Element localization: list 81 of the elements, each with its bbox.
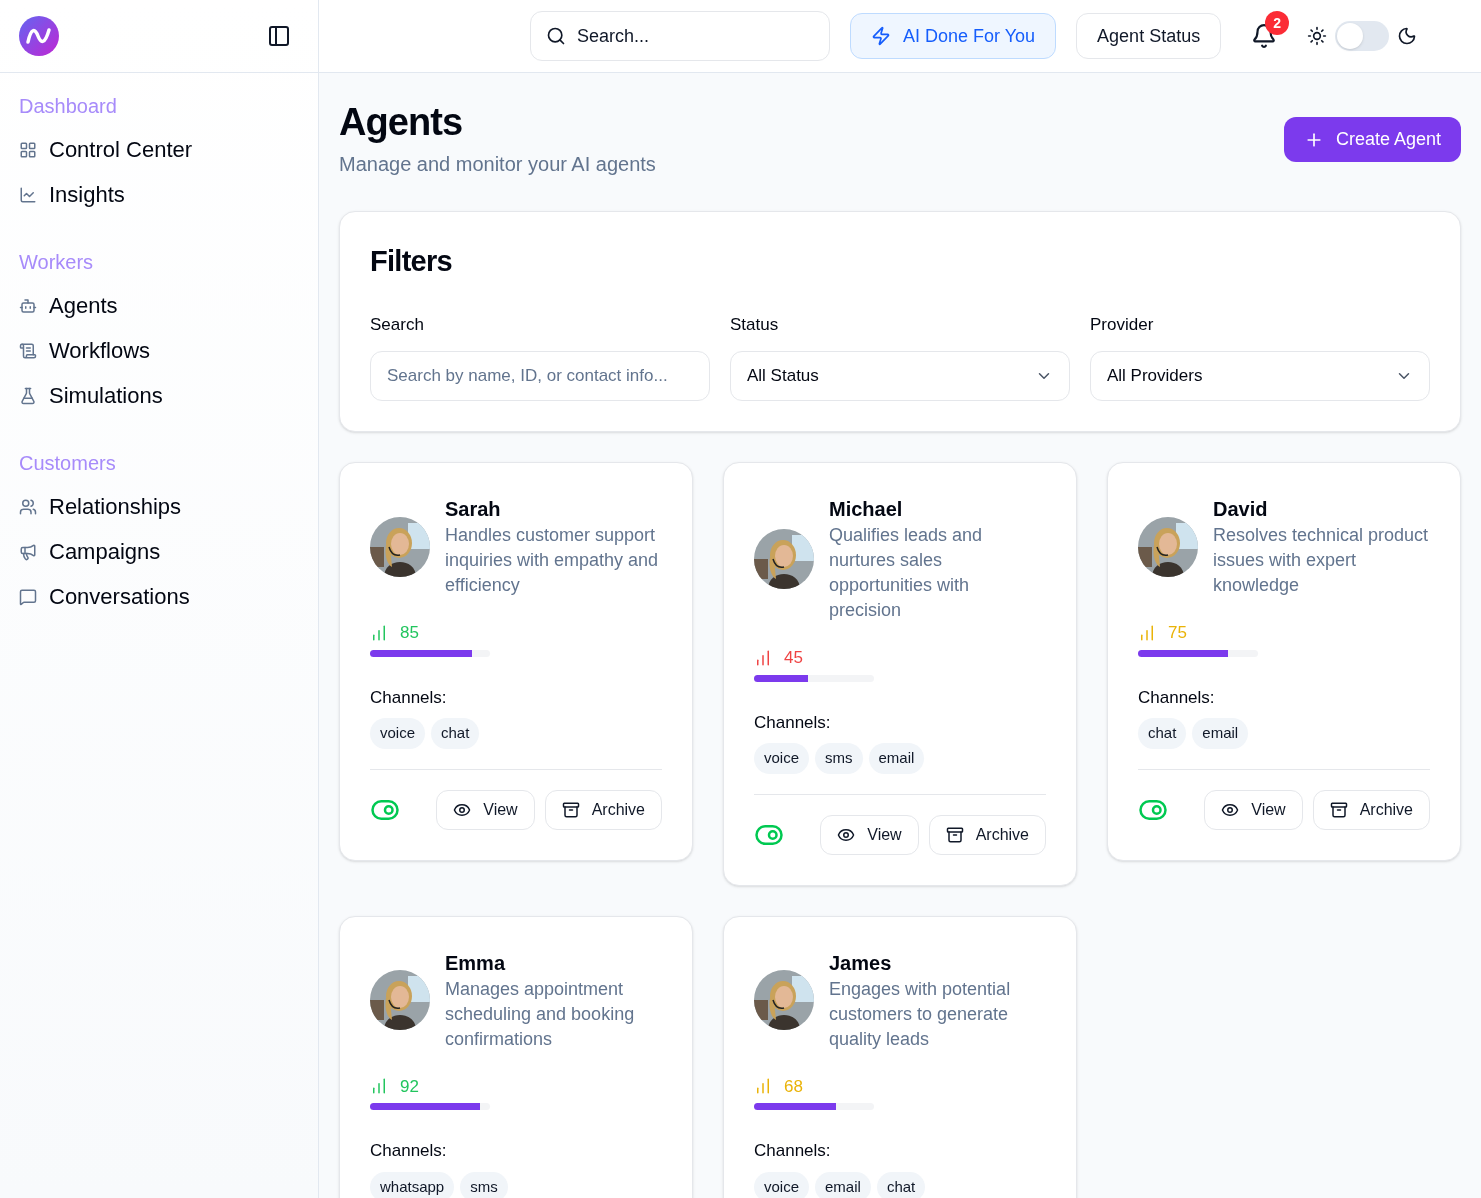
select-dropdown[interactable]: All Providers (1090, 351, 1430, 401)
filter-label: Provider (1090, 313, 1155, 336)
archive-button[interactable]: Archive (1312, 789, 1430, 830)
agent-status-button[interactable]: Agent Status (1076, 13, 1222, 59)
channel-tag: email (868, 743, 925, 774)
users-icon (19, 497, 37, 516)
select-dropdown[interactable]: All Status (730, 351, 1070, 401)
archive-button[interactable]: Archive (544, 789, 662, 830)
section-heading: Workers (19, 250, 95, 275)
scroll-icon (19, 341, 37, 360)
channel-tag: voice (754, 743, 810, 774)
agent-name: James (829, 950, 893, 976)
channel-tag: chat (1138, 718, 1187, 749)
logo-icon (19, 16, 59, 56)
agent-score: 45 (784, 647, 803, 669)
archive-icon (945, 825, 964, 844)
nav-item[interactable]: Workflows (19, 328, 299, 373)
speech-bubble-icon (19, 587, 37, 606)
channel-tag: chat (876, 1171, 926, 1198)
channel-tag: sms (815, 743, 863, 774)
sidebar-toggle-icon[interactable] (267, 24, 291, 48)
agent-score: 92 (400, 1075, 419, 1098)
archive-button[interactable]: Archive (928, 814, 1046, 855)
robot-icon (19, 296, 37, 315)
agent-name: Michael (829, 497, 904, 522)
nav-item[interactable]: Agents (19, 283, 299, 328)
sun-icon (1307, 26, 1328, 46)
agent-name: Emma (445, 950, 507, 976)
agent-score: 85 (400, 622, 419, 644)
channel-tag: voice (370, 718, 426, 749)
theme-switch[interactable] (1335, 21, 1390, 51)
channel-tag: email (815, 1171, 871, 1198)
search-icon (546, 26, 566, 46)
agent-score: 68 (784, 1075, 803, 1098)
filter-label: Search (370, 313, 425, 336)
line-chart-icon (19, 185, 37, 204)
channel-tag: whatsapp (370, 1171, 455, 1198)
agent-description: Manages appointment scheduling and booking confirmations (445, 977, 636, 1051)
view-button[interactable]: View (820, 814, 919, 855)
create-agent-button[interactable]: Create Agent (1283, 117, 1461, 162)
agent-name: David (1213, 497, 1269, 522)
ai-done-button[interactable]: AI Done For You (850, 13, 1057, 59)
channel-tag: voice (754, 1171, 810, 1198)
agent-description: Engages with potential customers to generate quality leads (829, 977, 1012, 1051)
agent-name: Sarah (445, 497, 502, 522)
channels-label: Channels: (754, 711, 832, 734)
section-heading: Customers (19, 451, 117, 476)
channel-tag: sms (460, 1171, 508, 1198)
section-heading: Dashboard (19, 94, 118, 119)
agent-description: Handles customer support inquiries with empathy and efficiency (445, 524, 660, 597)
channels-label: Channels: (370, 686, 448, 709)
moon-icon (1397, 26, 1418, 46)
page-title: Agents (339, 100, 464, 145)
notification-badge: 2 (1265, 11, 1290, 35)
agent-score: 75 (1168, 622, 1187, 644)
nav-item[interactable]: Conversations (19, 574, 299, 619)
archive-icon (561, 800, 580, 819)
search-field[interactable]: Search... (530, 11, 830, 61)
nav-item[interactable]: Insights (19, 172, 299, 217)
nav-item[interactable]: Campaigns (19, 529, 299, 574)
archive-icon (1329, 800, 1348, 819)
search-input[interactable]: Search by name, ID, or contact info... (370, 351, 710, 401)
agent-description: Qualifies leads and nurtures sales opportunities with precision (829, 524, 984, 622)
megaphone-icon (19, 542, 37, 561)
channels-label: Channels: (1138, 686, 1216, 709)
channels-label: Channels: (370, 1140, 448, 1162)
nav-item[interactable]: Control Center (19, 127, 299, 172)
lightning-icon (871, 26, 891, 46)
page-subtitle: Manage and monitor your AI agents (339, 152, 656, 177)
view-button[interactable]: View (1204, 789, 1303, 830)
view-button[interactable]: View (436, 789, 535, 830)
grid-icon (19, 140, 37, 159)
filters-title: Filters (370, 244, 453, 279)
nav-item[interactable]: Relationships (19, 484, 299, 529)
channel-tag: email (1192, 718, 1249, 749)
channels-label: Channels: (754, 1140, 832, 1162)
agent-description: Resolves technical product issues with expert knowledge (1213, 524, 1430, 597)
nav-item[interactable]: Simulations (19, 373, 299, 418)
filter-label: Status (730, 313, 780, 336)
flask-icon (19, 386, 37, 405)
channel-tag: chat (431, 718, 480, 749)
